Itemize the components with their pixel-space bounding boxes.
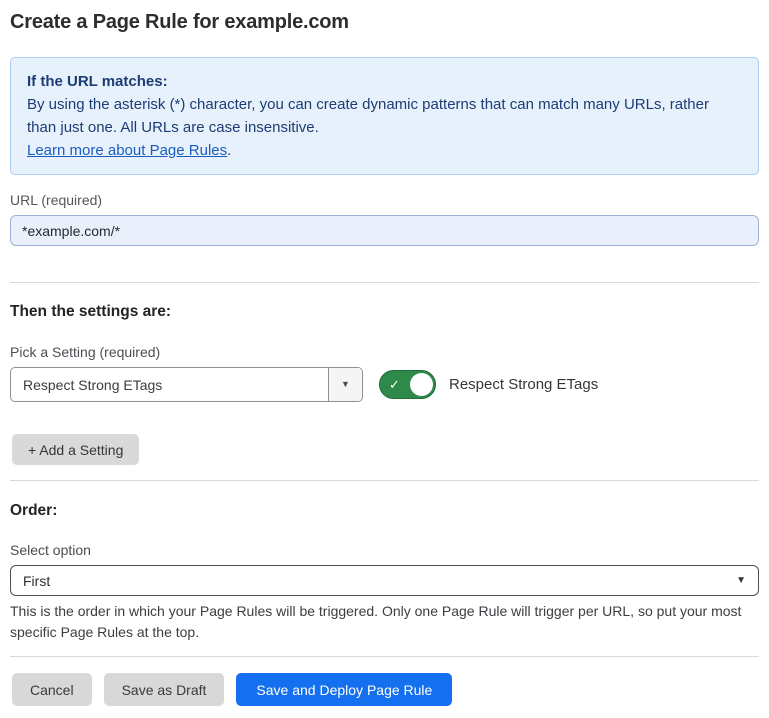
chevron-down-icon: ▼ (341, 380, 350, 389)
link-period: . (227, 142, 231, 159)
chevron-down-icon: ▼ (736, 576, 746, 586)
info-box-link-line: Learn more about Page Rules. (27, 139, 742, 162)
url-field-label: URL (required) (10, 191, 759, 209)
footer-actions: Cancel Save as Draft Save and Deploy Pag… (10, 673, 759, 706)
order-help-text: This is the order in which your Page Rul… (10, 601, 759, 643)
learn-more-link[interactable]: Learn more about Page Rules (27, 142, 227, 159)
divider (10, 282, 759, 283)
toggle-label: Respect Strong ETags (449, 376, 598, 393)
add-setting-button[interactable]: + Add a Setting (12, 434, 139, 465)
divider (10, 656, 759, 657)
save-and-deploy-button[interactable]: Save and Deploy Page Rule (236, 673, 452, 706)
order-select-value: First (23, 573, 50, 589)
order-select-dropdown[interactable]: First ▼ (10, 565, 759, 596)
settings-section-heading: Then the settings are: (10, 302, 759, 321)
etags-toggle[interactable]: ✓ (379, 370, 436, 399)
info-box-body: By using the asterisk (*) character, you… (27, 93, 742, 139)
cancel-button[interactable]: Cancel (12, 673, 92, 706)
order-section-heading: Order: (10, 501, 759, 520)
check-icon: ✓ (389, 378, 400, 391)
info-box-heading: If the URL matches: (27, 70, 742, 93)
divider (10, 480, 759, 481)
save-as-draft-button[interactable]: Save as Draft (104, 673, 225, 706)
page-title: Create a Page Rule for example.com (10, 9, 759, 35)
setting-select-dropdown[interactable]: Respect Strong ETags ▼ (10, 367, 363, 402)
url-match-info-box: If the URL matches: By using the asteris… (10, 57, 759, 175)
pick-setting-label: Pick a Setting (required) (10, 343, 759, 361)
page-rule-form: Create a Page Rule for example.com If th… (0, 9, 769, 706)
order-select-label: Select option (10, 541, 759, 559)
setting-select-arrow-button[interactable]: ▼ (328, 368, 362, 401)
toggle-knob (410, 373, 433, 396)
setting-row: Respect Strong ETags ▼ ✓ Respect Strong … (10, 367, 759, 402)
url-input[interactable] (10, 215, 759, 246)
setting-select-value: Respect Strong ETags (11, 377, 328, 393)
